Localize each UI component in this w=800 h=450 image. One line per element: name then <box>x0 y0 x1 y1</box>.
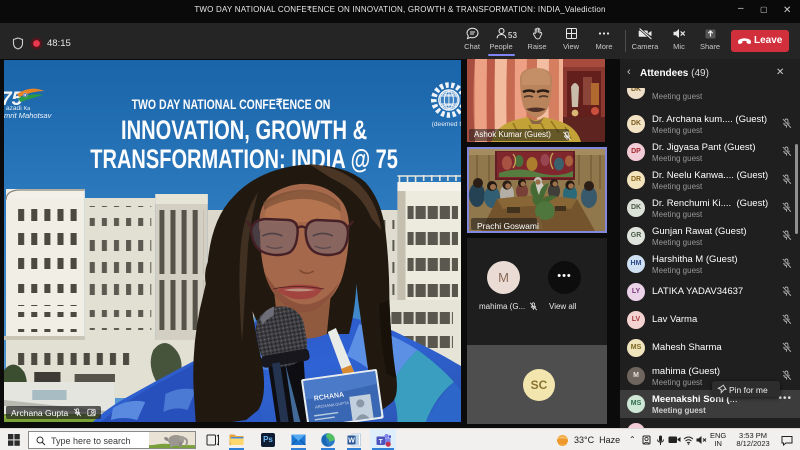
svg-text:TWO DAY NATIONAL CONFE₹ENCE ON: TWO DAY NATIONAL CONFE₹ENCE ON <box>132 96 331 112</box>
svg-text:(deemed to: (deemed to <box>432 121 461 128</box>
svg-text:TRANSFORMATION: INDIA @ 75: TRANSFORMATION: INDIA @ 75 <box>90 143 398 174</box>
svg-text:INNOVATION, GROWTH &: INNOVATION, GROWTH & <box>121 114 367 145</box>
svg-text:T: T <box>379 438 383 445</box>
svg-text:mrit Mahotsav: mrit Mahotsav <box>4 111 53 120</box>
svg-text:W: W <box>348 438 355 445</box>
